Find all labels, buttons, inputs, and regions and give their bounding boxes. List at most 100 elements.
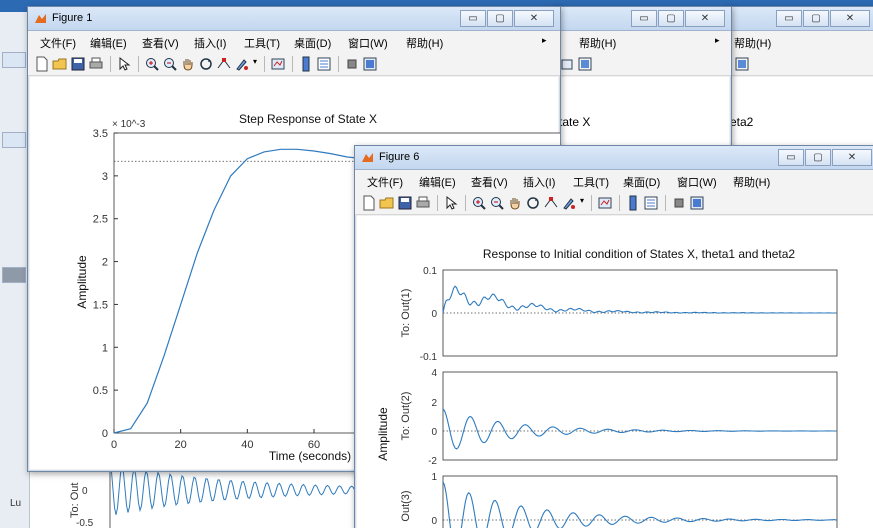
menu-file[interactable]: 文件(F) [40,35,76,51]
colorbar-icon[interactable] [625,195,641,211]
pointer-icon[interactable] [116,56,132,72]
menu-insert[interactable]: 插入(I) [194,35,226,51]
menu-window[interactable]: 窗口(W) [348,35,388,51]
menu-tools[interactable]: 工具(T) [573,174,609,190]
side-tab[interactable] [2,267,26,283]
print-icon[interactable] [88,56,104,72]
subplot-3-tick: 1 [431,472,437,483]
menubar: 文件(F) 编辑(E) 查看(V) 插入(I) 工具(T) 桌面(D) 窗口(W… [28,31,560,52]
menu-help[interactable]: 帮助(H) [734,35,771,51]
maximize-button[interactable]: ▢ [805,149,831,166]
zoom-out-icon[interactable] [489,195,505,211]
window-figure-behind-a[interactable]: ▭ ▢ ✕ 帮助(H) ▸ tate X [552,6,732,166]
zoom-in-icon[interactable] [144,56,160,72]
maximize-button[interactable]: ▢ [658,10,684,27]
close-button[interactable]: ✕ [514,10,554,27]
matlab-icon [35,14,46,23]
menu-edit[interactable]: 编辑(E) [90,35,127,51]
bg-label: To: Out [69,483,81,518]
menu-desktop[interactable]: 桌面(D) [294,35,331,51]
legend-icon[interactable] [643,195,659,211]
plot-title-fragment: eta2 [730,115,754,129]
open-folder-icon[interactable] [379,195,395,211]
zoom-out-icon[interactable] [162,56,178,72]
initial-condition-chart[interactable]: Response to Initial condition of States … [357,216,873,528]
hide-plot-tools-icon[interactable] [344,56,360,72]
colorbar-icon[interactable] [298,56,314,72]
legend-icon[interactable] [316,56,332,72]
rotate-3d-icon[interactable] [525,195,541,211]
print-icon[interactable] [415,195,431,211]
menu-help[interactable]: 帮助(H) [733,174,770,190]
minimize-button[interactable]: ▭ [778,149,804,166]
y-tick-label: 3 [102,171,108,183]
menu-help[interactable]: 帮助(H) [579,35,616,51]
link-plot-icon[interactable] [597,195,613,211]
menu-view[interactable]: 查看(V) [142,35,179,51]
bg-tick: 0 [82,486,88,497]
save-icon[interactable] [70,56,86,72]
window-figure-6[interactable]: Figure 6 ▭ ▢ ✕ 文件(F) 编辑(E) 查看(V) 插入(I) 工… [354,145,873,528]
y-tick-label: 0 [102,428,108,440]
close-button[interactable]: ✕ [832,149,872,166]
zoom-in-icon[interactable] [471,195,487,211]
colorbar-icon[interactable] [577,56,593,72]
menu-overflow-icon[interactable]: ▸ [542,35,547,46]
minimize-button[interactable]: ▭ [460,10,486,27]
open-folder-icon[interactable] [52,56,68,72]
hide-plot-tools-icon[interactable] [671,195,687,211]
menu-insert[interactable]: 插入(I) [523,174,555,190]
menu-file[interactable]: 文件(F) [367,174,403,190]
y-tick-label: 3.5 [93,128,108,140]
close-button[interactable]: ✕ [685,10,725,27]
menubar: 帮助(H) ▸ [553,31,731,52]
brush-icon[interactable] [234,56,250,72]
data-cursor-icon[interactable] [543,195,559,211]
side-tab[interactable] [2,52,26,68]
menu-view[interactable]: 查看(V) [471,174,508,190]
titlebar[interactable]: Figure 1 ▭ ▢ ✕ [28,7,560,31]
maximize-button[interactable]: ▢ [803,10,829,27]
side-tab[interactable] [2,132,26,148]
close-button[interactable]: ✕ [830,10,870,27]
data-cursor-icon[interactable] [216,56,232,72]
data-cursor-icon[interactable] [559,56,575,72]
new-figure-icon[interactable] [34,56,50,72]
menu-window[interactable]: 窗口(W) [677,174,717,190]
pan-hand-icon[interactable] [180,56,196,72]
colorbar-icon[interactable] [734,56,750,72]
menu-tools[interactable]: 工具(T) [244,35,280,51]
pointer-icon[interactable] [443,195,459,211]
y-axis-label: Amplitude [376,407,390,461]
desktop: Lu 0 -0.5 To: Out ▭ ▢ ✕ 帮助(H) eta2 ▭ ▢ ✕… [0,0,873,528]
new-figure-icon[interactable] [361,195,377,211]
brush-dropdown-icon[interactable]: ▾ [253,57,257,66]
x-tick-label: 0 [111,439,117,451]
menu-overflow-icon[interactable]: ▸ [715,35,720,46]
show-plot-tools-icon[interactable] [362,56,378,72]
brush-dropdown-icon[interactable]: ▾ [580,196,584,205]
save-icon[interactable] [397,195,413,211]
subplot-1-tick: 0.1 [423,266,437,277]
titlebar[interactable]: ▭ ▢ ✕ [728,7,873,31]
menu-desktop[interactable]: 桌面(D) [623,174,660,190]
window-figure-behind-b[interactable]: ▭ ▢ ✕ 帮助(H) eta2 [727,6,873,166]
titlebar[interactable]: ▭ ▢ ✕ [553,7,731,31]
maximize-button[interactable]: ▢ [487,10,513,27]
pan-hand-icon[interactable] [507,195,523,211]
minimize-button[interactable]: ▭ [631,10,657,27]
minimize-button[interactable]: ▭ [776,10,802,27]
link-plot-icon[interactable] [270,56,286,72]
rotate-3d-icon[interactable] [198,56,214,72]
y-tick-label: 1 [102,342,108,354]
menu-help[interactable]: 帮助(H) [406,35,443,51]
plot-area: Response to Initial condition of States … [357,216,873,528]
subplot-1-tick: -0.1 [420,352,438,363]
menu-edit[interactable]: 编辑(E) [419,174,456,190]
subplot-2-axes [442,371,838,461]
x-axis-label: Time (seconds) [269,449,351,463]
brush-icon[interactable] [561,195,577,211]
titlebar[interactable]: Figure 6 ▭ ▢ ✕ [355,146,873,170]
show-plot-tools-icon[interactable] [689,195,705,211]
subplot-3-tick: 0 [431,516,437,527]
